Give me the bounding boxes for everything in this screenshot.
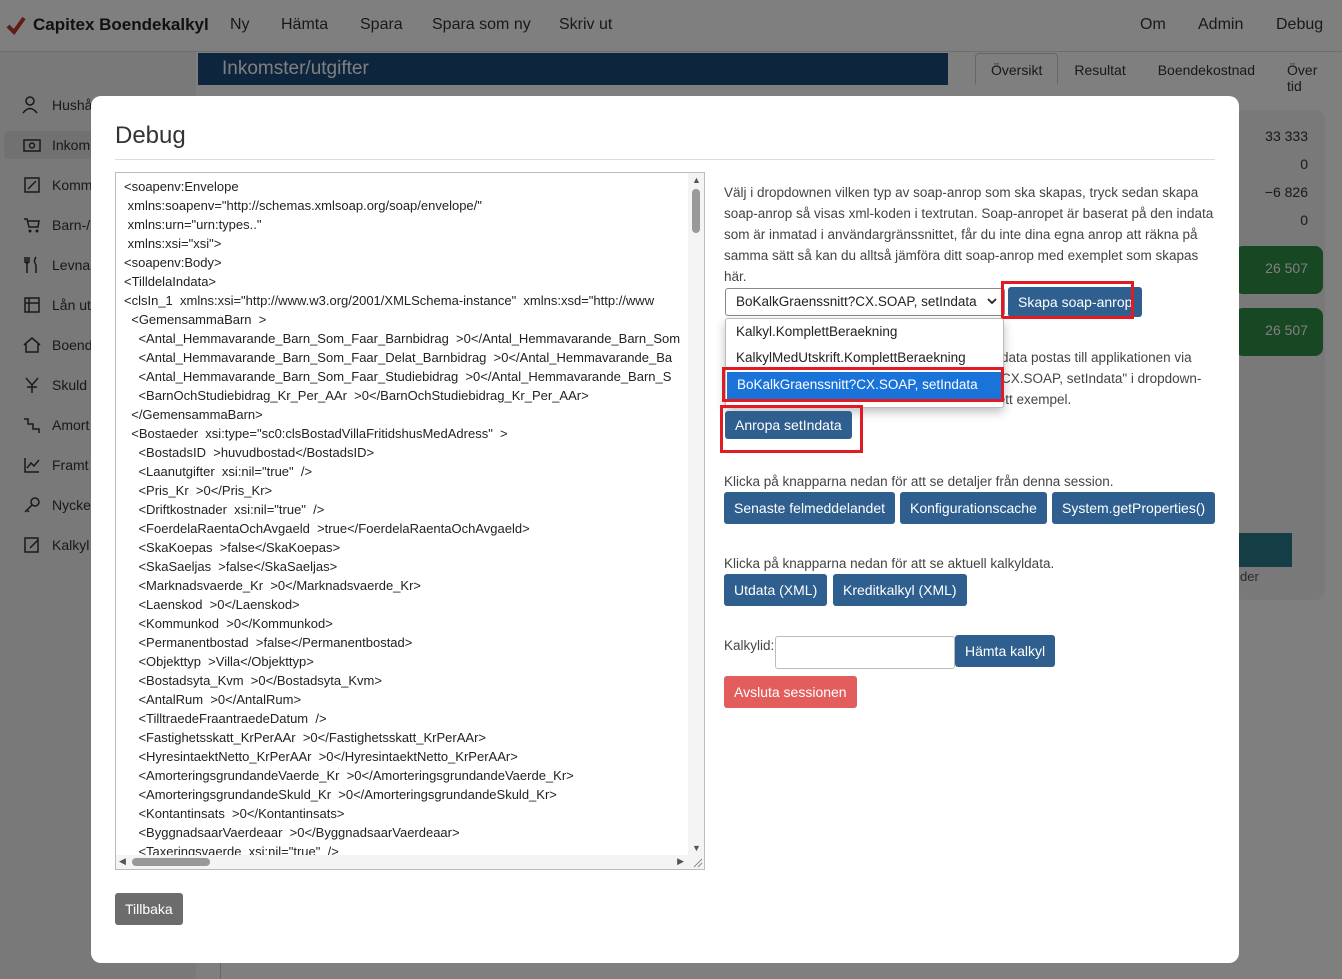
- system-properties-button[interactable]: System.getProperties(): [1052, 492, 1216, 524]
- info-text: CX.SOAP, setIndata" i dropdown-: [1001, 371, 1202, 386]
- dropdown-option[interactable]: Kalkyl.KomplettBeraekning: [726, 319, 1003, 347]
- highlight-frame: [720, 405, 863, 453]
- modal-title: Debug: [115, 122, 186, 149]
- instructions-text: Välj i dropdownen vilken typ av soap-anr…: [724, 185, 1214, 284]
- kreditkalkyl-xml-button[interactable]: Kreditkalkyl (XML): [833, 574, 967, 606]
- info-text: data postas till applikationen via: [1001, 350, 1192, 365]
- xml-textarea[interactable]: <soapenv:Envelope xmlns:soapenv="http://…: [115, 172, 705, 870]
- scroll-down-icon[interactable]: ▼: [692, 843, 701, 853]
- divider: [115, 159, 1215, 160]
- soap-type-select[interactable]: BoKalkGraenssnitt?CX.SOAP, setIndata: [725, 288, 1005, 316]
- scroll-right-icon[interactable]: ▶: [677, 856, 684, 867]
- resize-grip-icon[interactable]: [692, 857, 703, 868]
- highlight-frame: [722, 367, 1004, 402]
- chevron-down-icon: [987, 298, 997, 305]
- instructions: Välj i dropdownen vilken typ av soap-anr…: [724, 182, 1214, 287]
- end-session-button[interactable]: Avsluta sessionen: [724, 676, 857, 708]
- scroll-left-icon[interactable]: ◀: [119, 856, 126, 867]
- xml-content[interactable]: <soapenv:Envelope xmlns:soapenv="http://…: [124, 177, 690, 855]
- vertical-scrollbar[interactable]: ▲ ▼: [688, 173, 704, 855]
- kalkylid-input[interactable]: [775, 636, 955, 669]
- debug-modal: Debug <soapenv:Envelope xmlns:soapenv="h…: [91, 96, 1239, 963]
- utdata-xml-button[interactable]: Utdata (XML): [724, 574, 828, 606]
- select-value: BoKalkGraenssnitt?CX.SOAP, setIndata: [736, 294, 977, 309]
- last-error-button[interactable]: Senaste felmeddelandet: [724, 492, 895, 524]
- fetch-calc-button[interactable]: Hämta kalkyl: [955, 635, 1056, 667]
- calc-text: Klicka på knapparna nedan för att se akt…: [724, 556, 1055, 571]
- scroll-up-icon[interactable]: ▲: [692, 175, 701, 185]
- highlight-frame: [1001, 281, 1134, 319]
- back-button[interactable]: Tillbaka: [115, 893, 183, 925]
- horizontal-scrollbar[interactable]: ◀ ▶: [116, 855, 704, 869]
- config-cache-button[interactable]: Konfigurationscache: [900, 492, 1047, 524]
- scroll-thumb[interactable]: [132, 858, 210, 866]
- kalkylid-label: Kalkylid:: [724, 638, 775, 653]
- scroll-thumb[interactable]: [692, 189, 700, 233]
- session-text: Klicka på knapparna nedan för att se det…: [724, 474, 1114, 489]
